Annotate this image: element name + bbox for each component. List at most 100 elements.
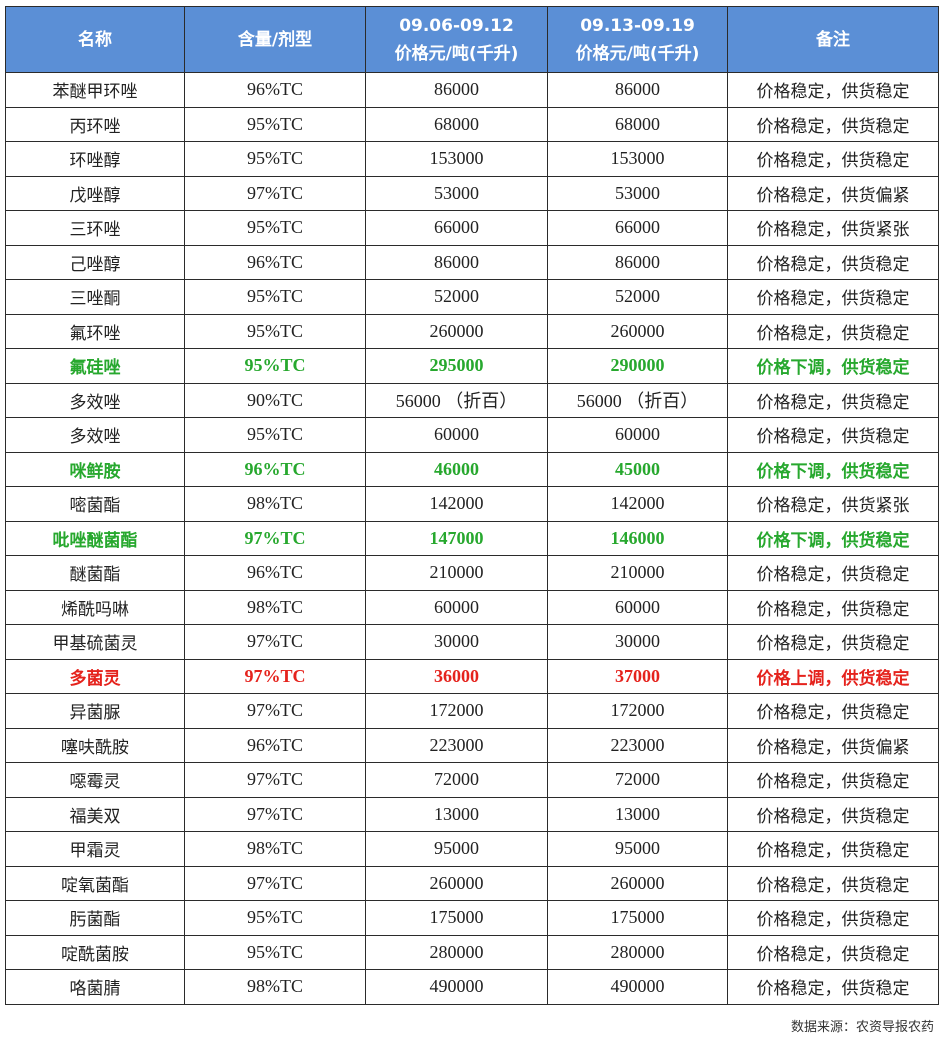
header-week2-unit: 价格元/吨(千升) (575, 43, 700, 64)
cell-price-week1: 30000 (365, 624, 548, 660)
cell-note: 价格下调，供货稳定 (727, 451, 939, 487)
cell-spec: 95%TC (184, 279, 366, 315)
cell-price-week2: 172000 (547, 693, 728, 729)
cell-name: 环唑醇 (5, 141, 185, 177)
cell-note: 价格稳定，供货稳定 (727, 244, 939, 280)
data-source: 数据来源：农资导报农药 (790, 1020, 934, 1035)
cell-price-week2: 30000 (547, 624, 728, 660)
cell-note: 价格稳定，供货稳定 (727, 72, 939, 108)
cell-spec: 90%TC (184, 382, 366, 418)
cell-price-week1: 223000 (365, 727, 548, 763)
cell-spec: 96%TC (184, 727, 366, 763)
cell-spec: 95%TC (184, 106, 366, 142)
table-row: 氟硅唑 95%TC 295000 290000 价格下调，供货稳定 (5, 348, 939, 384)
header-row: 名称 含量/剂型 09.06-09.12 价格元/吨(千升) 09.13-09.… (5, 6, 939, 73)
cell-note: 价格下调，供货稳定 (727, 348, 939, 384)
cell-price-week1: 68000 (365, 106, 548, 142)
cell-price-week1: 13000 (365, 796, 548, 832)
cell-price-week1: 53000 (365, 175, 548, 211)
cell-spec: 97%TC (184, 865, 366, 901)
cell-price-week1: 260000 (365, 313, 548, 349)
cell-note: 价格稳定，供货稳定 (727, 900, 939, 936)
cell-note: 价格上调，供货稳定 (727, 658, 939, 694)
cell-name: 噁霉灵 (5, 762, 185, 798)
cell-price-week2: 490000 (547, 969, 728, 1005)
cell-name: 噻呋酰胺 (5, 727, 185, 763)
cell-spec: 98%TC (184, 589, 366, 625)
cell-price-week2: 56000 （折百） (547, 382, 728, 418)
cell-name: 苯醚甲环唑 (5, 72, 185, 108)
header-spec: 含量/剂型 (184, 6, 366, 73)
cell-spec: 98%TC (184, 486, 366, 522)
table-row: 嘧菌酯 98%TC 142000 142000 价格稳定，供货紧张 (5, 486, 939, 522)
table-row: 己唑醇 96%TC 86000 86000 价格稳定，供货稳定 (5, 244, 939, 280)
cell-price-week2: 260000 (547, 313, 728, 349)
cell-price-week1: 86000 (365, 244, 548, 280)
table-row: 福美双 97%TC 13000 13000 价格稳定，供货稳定 (5, 796, 939, 832)
cell-spec: 95%TC (184, 934, 366, 970)
cell-price-week1: 172000 (365, 693, 548, 729)
cell-price-week1: 295000 (365, 348, 548, 384)
cell-name: 咯菌腈 (5, 969, 185, 1005)
cell-price-week1: 72000 (365, 762, 548, 798)
table-row: 多菌灵 97%TC 36000 37000 价格上调，供货稳定 (5, 658, 939, 694)
cell-price-week1: 60000 (365, 589, 548, 625)
cell-spec: 98%TC (184, 969, 366, 1005)
cell-price-week1: 60000 (365, 417, 548, 453)
cell-spec: 97%TC (184, 658, 366, 694)
cell-price-week2: 37000 (547, 658, 728, 694)
cell-spec: 97%TC (184, 796, 366, 832)
table-row: 噻呋酰胺 96%TC 223000 223000 价格稳定，供货偏紧 (5, 727, 939, 763)
cell-price-week1: 66000 (365, 210, 548, 246)
cell-name: 甲霜灵 (5, 831, 185, 867)
cell-name: 啶酰菌胺 (5, 934, 185, 970)
cell-price-week1: 175000 (365, 900, 548, 936)
cell-price-week2: 45000 (547, 451, 728, 487)
cell-note: 价格稳定，供货稳定 (727, 934, 939, 970)
cell-note: 价格稳定，供货稳定 (727, 141, 939, 177)
table-row: 多效唑 95%TC 60000 60000 价格稳定，供货稳定 (5, 417, 939, 453)
table-row: 甲霜灵 98%TC 95000 95000 价格稳定，供货稳定 (5, 831, 939, 867)
table-row: 啶氧菌酯 97%TC 260000 260000 价格稳定，供货稳定 (5, 865, 939, 901)
cell-price-week1: 260000 (365, 865, 548, 901)
cell-price-week2: 223000 (547, 727, 728, 763)
cell-name: 丙环唑 (5, 106, 185, 142)
cell-spec: 97%TC (184, 693, 366, 729)
price-table: 名称 含量/剂型 09.06-09.12 价格元/吨(千升) 09.13-09.… (5, 6, 939, 1005)
table-row: 咪鲜胺 96%TC 46000 45000 价格下调，供货稳定 (5, 451, 939, 487)
cell-name: 肟菌酯 (5, 900, 185, 936)
table-row: 戊唑醇 97%TC 53000 53000 价格稳定，供货偏紧 (5, 175, 939, 211)
cell-price-week2: 290000 (547, 348, 728, 384)
cell-price-week2: 175000 (547, 900, 728, 936)
cell-price-week1: 210000 (365, 555, 548, 591)
header-name: 名称 (5, 6, 185, 73)
table-row: 啶酰菌胺 95%TC 280000 280000 价格稳定，供货稳定 (5, 934, 939, 970)
table-row: 三唑酮 95%TC 52000 52000 价格稳定，供货稳定 (5, 279, 939, 315)
cell-price-week2: 142000 (547, 486, 728, 522)
cell-price-week1: 56000 （折百） (365, 382, 548, 418)
cell-name: 氟硅唑 (5, 348, 185, 384)
cell-price-week2: 60000 (547, 589, 728, 625)
cell-spec: 96%TC (184, 451, 366, 487)
cell-name: 异菌脲 (5, 693, 185, 729)
cell-price-week1: 52000 (365, 279, 548, 315)
table-row: 吡唑醚菌酯 97%TC 147000 146000 价格下调，供货稳定 (5, 520, 939, 556)
cell-price-week2: 66000 (547, 210, 728, 246)
table-row: 氟环唑 95%TC 260000 260000 价格稳定，供货稳定 (5, 313, 939, 349)
cell-price-week2: 68000 (547, 106, 728, 142)
cell-note: 价格稳定，供货稳定 (727, 796, 939, 832)
cell-spec: 98%TC (184, 831, 366, 867)
table-body: 苯醚甲环唑 96%TC 86000 86000 价格稳定，供货稳定 丙环唑 95%TC 680… (5, 72, 939, 1005)
header-week1-range: 09.06-09.12 (399, 15, 514, 36)
header-week1: 09.06-09.12 价格元/吨(千升) (365, 6, 548, 73)
header-note: 备注 (727, 6, 939, 73)
cell-spec: 95%TC (184, 210, 366, 246)
cell-name: 戊唑醇 (5, 175, 185, 211)
cell-price-week1: 95000 (365, 831, 548, 867)
cell-price-week2: 60000 (547, 417, 728, 453)
header-week2: 09.13-09.19 价格元/吨(千升) (547, 6, 728, 73)
table-row: 丙环唑 95%TC 68000 68000 价格稳定，供货稳定 (5, 106, 939, 142)
cell-spec: 97%TC (184, 624, 366, 660)
cell-price-week1: 36000 (365, 658, 548, 694)
cell-spec: 96%TC (184, 72, 366, 108)
